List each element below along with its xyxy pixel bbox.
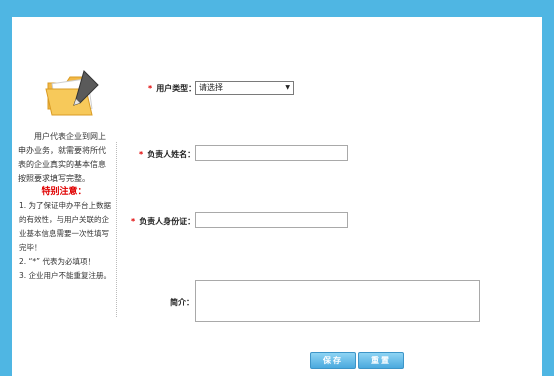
notice-item: 3. 企业用户不能重复注册。 (19, 271, 112, 280)
user-type-select[interactable]: 请选择 ▼ (195, 81, 294, 95)
intro-textarea[interactable] (195, 280, 480, 322)
required-mark: * (139, 150, 144, 159)
notice-list: 1. 为了保证申办平台上数据的有效性，与用户关联的企业基本信息需要一次性填写完毕… (19, 199, 113, 283)
required-mark: * (148, 84, 153, 93)
notice-item: 2. “*” 代表为必填项！ (19, 257, 95, 266)
required-mark: * (131, 217, 136, 226)
notice-title: 特别注意： (41, 187, 87, 197)
instructions-sidebar: 用户代表企业到网上申办业务，就需要将所代表的企业真实的基本信息按照要求填写完整。… (12, 17, 116, 376)
chevron-down-icon: ▼ (285, 84, 290, 91)
intro-label: 简介： (170, 298, 194, 307)
user-type-value: 请选择 (199, 83, 223, 92)
sidebar-divider (116, 142, 117, 317)
intro-text: 用户代表企业到网上申办业务，就需要将所代表的企业真实的基本信息按照要求填写完整。 (18, 130, 112, 186)
manager-name-label: 负责人姓名： (147, 150, 196, 159)
intro-label-wrap: 简介： (170, 297, 194, 308)
manager-id-input[interactable] (195, 212, 348, 228)
manager-name-input[interactable] (195, 145, 348, 161)
reset-button[interactable]: 重置 (358, 352, 404, 369)
intro-paragraph: 用户代表企业到网上申办业务，就需要将所代表的企业真实的基本信息按照要求填写完整。 (18, 132, 106, 183)
form-panel: 用户代表企业到网上申办业务，就需要将所代表的企业真实的基本信息按照要求填写完整。… (12, 17, 542, 376)
manager-name-label-wrap: * 负责人姓名： (139, 149, 195, 160)
notice-item: 1. 为了保证申办平台上数据的有效性，与用户关联的企业基本信息需要一次性填写完毕… (19, 201, 112, 252)
user-type-label-wrap: * 用户类型： (148, 83, 196, 94)
user-type-label: 用户类型： (156, 84, 197, 93)
manager-id-label-wrap: * 负责人身份证： (131, 216, 195, 227)
save-button[interactable]: 保存 (310, 352, 356, 369)
folder-with-pen-icon (45, 70, 99, 116)
manager-id-label: 负责人身份证： (139, 217, 196, 226)
